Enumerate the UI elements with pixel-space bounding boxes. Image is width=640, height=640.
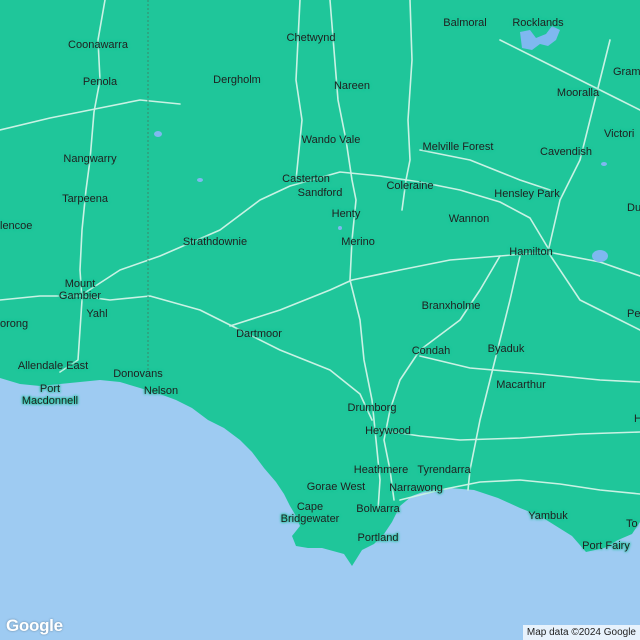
place-label-to[interactable]: To [626, 518, 638, 530]
place-label-gram[interactable]: Gram [613, 66, 640, 78]
place-label-merino[interactable]: Merino [341, 236, 375, 248]
place-label-port-fairy[interactable]: Port Fairy [582, 540, 630, 552]
place-label-line: Port [39, 383, 61, 395]
place-label-nareen[interactable]: Nareen [334, 80, 370, 92]
place-label-donovans[interactable]: Donovans [113, 368, 163, 380]
place-label-macarthur[interactable]: Macarthur [496, 379, 546, 391]
place-label-port-macdonnell[interactable]: Port Macdonnell [22, 383, 78, 407]
place-label-drumborg[interactable]: Drumborg [348, 402, 397, 414]
place-label-penola[interactable]: Penola [83, 76, 117, 88]
place-label-narrawong[interactable]: Narrawong [389, 482, 443, 494]
place-label-line: Gambier [58, 290, 102, 302]
place-label-cape-bridgewater[interactable]: Cape Bridgewater [281, 501, 340, 525]
place-label-victoria[interactable]: Victori [604, 128, 634, 140]
place-label-line: Bridgewater [280, 513, 340, 525]
place-label-portland[interactable]: Portland [358, 532, 399, 544]
place-label-line: Mount [64, 278, 96, 290]
place-label-sandford[interactable]: Sandford [298, 187, 343, 199]
map-attribution: Map data ©2024 Google [522, 625, 640, 640]
place-label-rocklands[interactable]: Rocklands [512, 17, 563, 29]
place-label-du[interactable]: Du [627, 202, 640, 214]
place-label-condah[interactable]: Condah [412, 345, 451, 357]
place-label-wannon[interactable]: Wannon [449, 213, 490, 225]
place-label-tarpeena[interactable]: Tarpeena [62, 193, 108, 205]
place-label-nelson[interactable]: Nelson [144, 385, 178, 397]
place-label-penshurst[interactable]: Penshu [627, 308, 640, 320]
place-label-hamilton[interactable]: Hamilton [509, 246, 552, 258]
place-label-coleraine[interactable]: Coleraine [386, 180, 433, 192]
place-label-dergholm[interactable]: Dergholm [213, 74, 261, 86]
place-label-heathmere[interactable]: Heathmere [354, 464, 408, 476]
place-label-heywood[interactable]: Heywood [365, 425, 411, 437]
place-label-nangwarry[interactable]: Nangwarry [63, 153, 116, 165]
place-label-allendale-east[interactable]: Allendale East [18, 360, 88, 372]
place-label-coonawarra[interactable]: Coonawarra [68, 39, 128, 51]
place-label-strathdownie[interactable]: Strathdownie [183, 236, 247, 248]
place-label-glencoe[interactable]: lencoe [0, 220, 32, 232]
place-label-henty[interactable]: Henty [332, 208, 361, 220]
place-label-line: Cape [296, 501, 324, 513]
place-label-balmoral[interactable]: Balmoral [443, 17, 486, 29]
place-label-tyrendarra[interactable]: Tyrendarra [417, 464, 470, 476]
place-label-gorae-west[interactable]: Gorae West [307, 481, 366, 493]
place-label-branxholme[interactable]: Branxholme [422, 300, 481, 312]
google-logo: Google [6, 616, 63, 635]
place-label-byaduk[interactable]: Byaduk [488, 343, 525, 355]
place-label-mooralla[interactable]: Mooralla [557, 87, 599, 99]
place-label-dartmoor[interactable]: Dartmoor [236, 328, 282, 340]
place-label-melville-forest[interactable]: Melville Forest [423, 141, 494, 153]
map-canvas[interactable]: Coonawarra Chetwynd Balmoral Rocklands Penol… [0, 0, 640, 640]
place-label-yahl[interactable]: Yahl [86, 308, 107, 320]
place-label-mount-gambier[interactable]: Mount Gambier [59, 278, 101, 302]
place-label-wando-vale[interactable]: Wando Vale [302, 134, 361, 146]
map-base [0, 0, 640, 640]
place-label-yambuk[interactable]: Yambuk [528, 510, 568, 522]
place-label-line: Macdonnell [21, 395, 79, 407]
place-label-bolwarra[interactable]: Bolwarra [356, 503, 399, 515]
place-label-hawkesdale[interactable]: Hawke [634, 413, 640, 425]
place-label-orong[interactable]: orong [0, 318, 28, 330]
place-label-hensley-park[interactable]: Hensley Park [494, 188, 559, 200]
place-label-chetwynd[interactable]: Chetwynd [287, 32, 336, 44]
place-label-cavendish[interactable]: Cavendish [540, 146, 592, 158]
place-label-casterton[interactable]: Casterton [282, 173, 330, 185]
